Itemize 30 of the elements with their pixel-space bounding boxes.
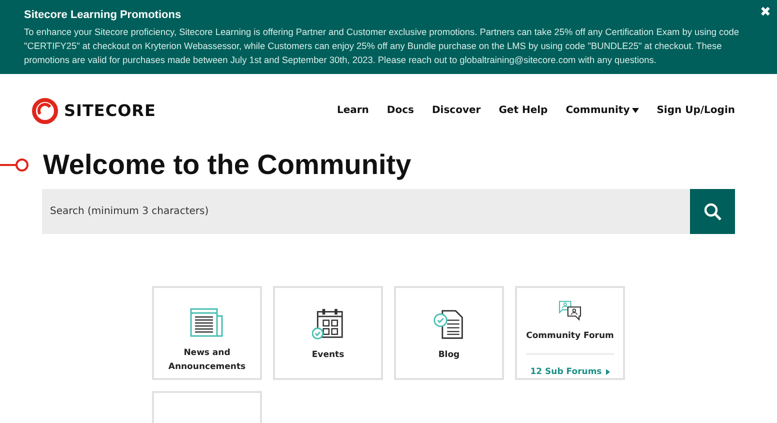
search-button[interactable] [690, 189, 735, 234]
nav-link[interactable]: Get Help [498, 105, 548, 116]
caret-icon [606, 369, 610, 375]
line-marker-icon [0, 158, 29, 172]
category-card[interactable]: Blog [394, 286, 504, 380]
search-icon [704, 202, 722, 220]
nav-link[interactable]: Discover [432, 105, 481, 116]
newspaper-icon [190, 308, 224, 338]
calendar-icon [312, 308, 344, 340]
banner-title: Sitecore Learning Promotions [24, 9, 182, 21]
card-title: Blog [438, 349, 460, 362]
category-card[interactable]: Community Forum 12 Sub Forums [515, 286, 625, 380]
category-card[interactable]: News and Announcements [152, 286, 262, 380]
logo-icon [32, 98, 58, 124]
search-field[interactable]: Search (minimum 3 characters) [42, 189, 690, 234]
caret-icon [632, 108, 639, 113]
card-title: Community Forum [526, 330, 614, 343]
nav-link[interactable]: Sign Up/Login [656, 105, 735, 116]
close-button[interactable]: ✖ [760, 4, 771, 19]
category-card[interactable]: Events [273, 286, 383, 380]
nav-dropdown[interactable]: Community [566, 105, 639, 116]
card-title: Events [312, 349, 344, 362]
page-title: Welcome to the Community [43, 149, 412, 181]
sub-forums-link[interactable]: 12 Sub Forums [530, 367, 610, 377]
card-title: News and Announcements [167, 347, 247, 374]
document-icon [433, 308, 465, 340]
banner-message: To enhance your Sitecore proficiency, Sitecore Learning is offering Partner and Customer exclusive promotions. Partners can take 25% off any Certification Exam by using code "CERTIFY25" at checkout on Kryterion Webassessor, while Customers can enjoy 25% off any Bundle purchase on the LMS by using code "BUNDLE25" at checkout. These promotions are valid for purchases made between July 1st and September 30th, 2023. Please reach out to globaltraining@sitecore.com with any questions. [24, 26, 740, 67]
nav-link[interactable]: Learn [336, 105, 369, 116]
nav-link[interactable]: Docs [386, 105, 414, 116]
logo-wordmark: SITECORE [64, 101, 156, 120]
